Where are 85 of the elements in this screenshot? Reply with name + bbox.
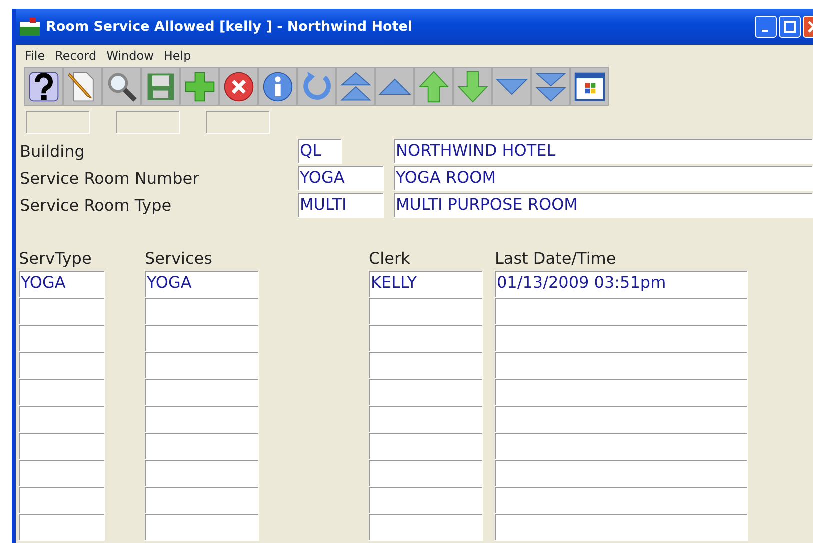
table-cell[interactable] [369,514,483,541]
minimize-icon [762,30,768,32]
table-cell[interactable] [369,433,483,460]
table-cell[interactable] [145,406,259,433]
menu-item[interactable]: Window [102,47,159,63]
table-cell[interactable] [369,379,483,406]
down-triangle-button[interactable] [492,67,531,106]
status-field [116,111,180,134]
up-triangle-button[interactable] [375,67,414,106]
down-arrow-icon [456,70,490,104]
table-cell[interactable] [495,379,748,406]
status-field [206,111,270,134]
table-cell[interactable] [19,379,105,406]
table-cell[interactable] [145,298,259,325]
table-cell[interactable] [19,325,105,352]
description-field[interactable]: NORTHWIND HOTEL [394,139,813,164]
help-button[interactable] [24,67,63,106]
table-cell[interactable] [369,460,483,487]
table-cell[interactable] [495,406,748,433]
field-label: Service Room Number [19,168,200,190]
double-down-button[interactable] [531,67,570,106]
maximize-icon [784,21,796,33]
app-icon [20,18,40,36]
menu-item[interactable]: File [20,47,50,63]
table-cell[interactable] [145,487,259,514]
field-label: Building [19,140,86,162]
window-button[interactable] [570,67,609,106]
pencil-page-button[interactable] [63,67,102,106]
field-label: Service Room Type [19,194,173,216]
table-cell[interactable] [369,352,483,379]
table-cell[interactable] [19,298,105,325]
description-field[interactable]: MULTI PURPOSE ROOM [394,193,813,218]
column-header: ServType [19,248,93,270]
table-cell[interactable] [495,460,748,487]
table-cell[interactable]: 01/13/2009 03:51pm [495,271,748,298]
table-cell[interactable] [369,325,483,352]
table-cell[interactable] [495,433,748,460]
description-field[interactable]: YOGA ROOM [394,166,813,191]
table-cell[interactable] [145,514,259,541]
table-cell[interactable] [145,325,259,352]
column-header: Clerk [369,248,412,270]
table-cell[interactable]: YOGA [19,271,105,298]
table-cell[interactable] [19,352,105,379]
table-cell[interactable] [145,379,259,406]
table-cell[interactable] [369,298,483,325]
code-field[interactable]: MULTI [298,193,384,218]
help-icon [26,70,60,104]
table-cell[interactable] [145,460,259,487]
maximize-button[interactable] [779,16,801,38]
up-arrow-button[interactable] [414,67,453,106]
table-cell[interactable] [19,433,105,460]
cancel-icon [222,70,256,104]
table-cell[interactable] [495,487,748,514]
magnifier-button[interactable] [102,67,141,106]
menu-item[interactable]: Record [50,47,102,63]
table-cell[interactable] [495,514,748,541]
code-field[interactable]: YOGA [298,166,384,191]
table-cell[interactable] [495,325,748,352]
table-cell[interactable] [19,406,105,433]
minimize-button[interactable] [755,16,777,38]
up-arrow-icon [416,70,450,104]
table-cell[interactable] [19,514,105,541]
table-cell[interactable]: YOGA [145,271,259,298]
table-cell[interactable]: KELLY [369,271,483,298]
table-cell[interactable] [495,352,748,379]
double-up-button[interactable] [336,67,375,106]
table-cell[interactable] [19,460,105,487]
plus-icon [182,70,216,104]
cancel-button[interactable] [219,67,258,106]
info-button[interactable] [258,67,297,106]
status-field [26,111,90,134]
table-cell[interactable] [369,487,483,514]
table-cell[interactable] [145,352,259,379]
menu-item[interactable]: Help [158,47,196,63]
info-icon [260,70,294,104]
table-cell[interactable] [19,487,105,514]
double-up-icon [338,70,372,104]
table-cell[interactable] [369,406,483,433]
column-header: Services [145,248,214,270]
down-arrow-button[interactable] [453,67,492,106]
table-cell[interactable] [145,433,259,460]
column-header: Last Date/Time [495,248,618,270]
code-field[interactable]: QL [298,139,342,164]
table-cell[interactable] [495,298,748,325]
window-title: Room Service Allowed [kelly ] - Northwind Hotel [46,18,413,37]
